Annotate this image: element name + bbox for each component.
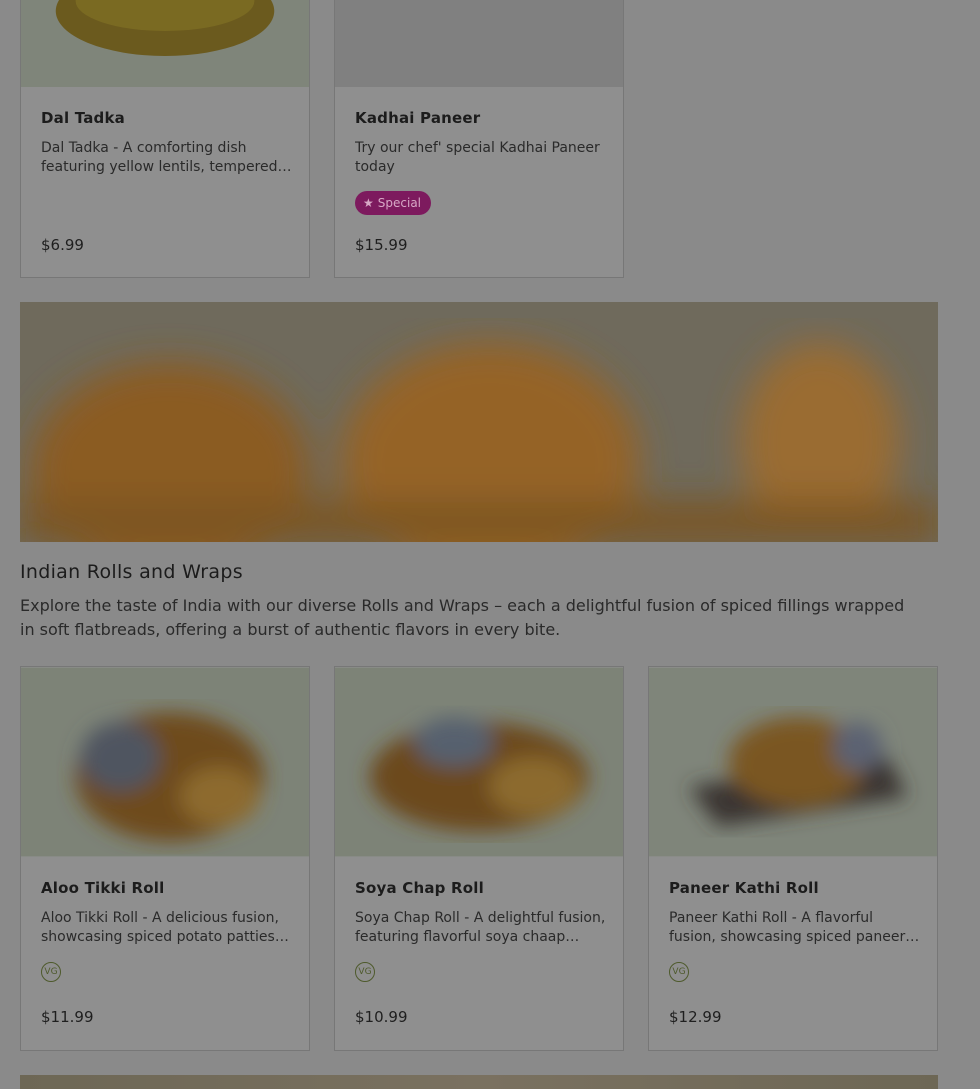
- item-description: Try our chef' special Kadhai Paneer toda…: [355, 140, 600, 175]
- star-icon: ★: [363, 196, 374, 210]
- food-image: [21, 667, 309, 857]
- menu-item-card[interactable]: Aloo Tikki Roll Aloo Tikki Roll - A deli…: [20, 666, 310, 1051]
- next-section-banner-image: [20, 1075, 938, 1089]
- menu-item-card[interactable]: Soya Chap Roll Soya Chap Roll - A deligh…: [334, 666, 624, 1051]
- item-price: $11.99: [41, 1008, 94, 1026]
- item-name: Dal Tadka: [41, 109, 125, 127]
- section-description: Explore the taste of India with our dive…: [20, 596, 905, 639]
- badge-label: Special: [377, 196, 422, 210]
- item-price: $10.99: [355, 1008, 408, 1026]
- menu-item-card[interactable]: Kadhai Paneer Try our chef' special Kadh…: [334, 0, 624, 278]
- menu-item-card[interactable]: Paneer Kathi Roll Paneer Kathi Roll - A …: [648, 666, 938, 1051]
- food-image: [335, 0, 623, 87]
- item-description: Aloo Tikki Roll - A delicious fusion, sh…: [41, 910, 279, 945]
- item-price: $15.99: [355, 236, 408, 254]
- item-name: Aloo Tikki Roll: [41, 879, 165, 897]
- item-price: $6.99: [41, 236, 84, 254]
- food-image: [21, 0, 309, 87]
- item-description: Paneer Kathi Roll - A flavorful fusion, …: [669, 910, 906, 945]
- vegan-icon: VG: [669, 962, 689, 982]
- section-title: Indian Rolls and Wraps: [20, 561, 243, 583]
- item-description: Soya Chap Roll - A delightful fusion, fe…: [355, 910, 606, 945]
- menu-item-card[interactable]: Dal Tadka Dal Tadka - A comforting dish …: [20, 0, 310, 278]
- vegan-icon: VG: [41, 962, 61, 982]
- item-name: Kadhai Paneer: [355, 109, 481, 127]
- food-image: [649, 667, 937, 857]
- item-name: Paneer Kathi Roll: [669, 879, 819, 897]
- special-badge: ★ Special: [355, 191, 432, 215]
- item-price: $12.99: [669, 1008, 722, 1026]
- item-name: Soya Chap Roll: [355, 879, 484, 897]
- food-image: [335, 667, 623, 857]
- item-description: Dal Tadka - A comforting dish featuring …: [41, 140, 278, 175]
- vegan-icon: VG: [355, 962, 375, 982]
- section-banner-image: [20, 302, 938, 542]
